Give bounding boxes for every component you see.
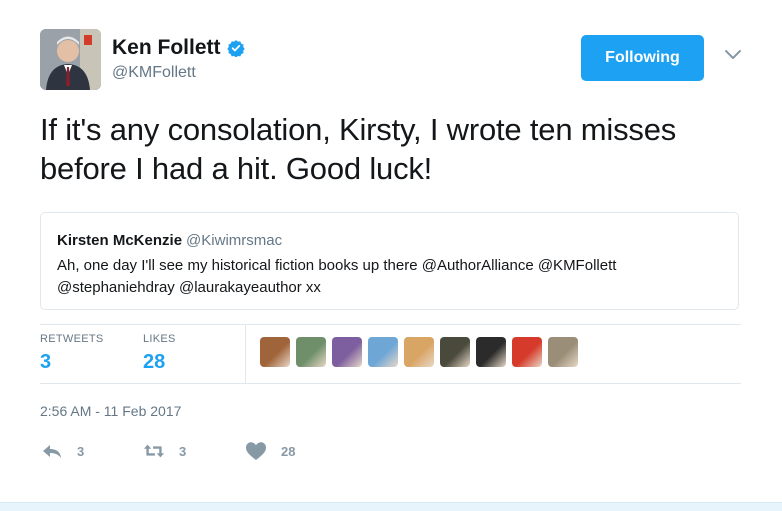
divider bbox=[40, 383, 741, 384]
liker-avatar-3[interactable] bbox=[332, 337, 362, 367]
reply-count: 3 bbox=[77, 443, 85, 459]
likes-stat[interactable]: LIKES 28 bbox=[143, 333, 176, 374]
quoted-author-handle: @Kiwimrsmac bbox=[186, 232, 283, 249]
chevron-down-icon[interactable] bbox=[724, 49, 742, 61]
timestamp[interactable]: 2:56 AM - 11 Feb 2017 bbox=[40, 403, 181, 419]
liker-avatar-8[interactable] bbox=[512, 337, 542, 367]
likes-count[interactable]: 28 bbox=[143, 351, 176, 374]
author-avatar[interactable] bbox=[40, 29, 101, 90]
like-count: 28 bbox=[281, 443, 296, 459]
quoted-tweet-header: Kirsten McKenzie @Kiwimrsmac bbox=[57, 232, 282, 249]
author-name-row[interactable]: Ken Follett bbox=[112, 36, 245, 60]
divider bbox=[40, 324, 741, 325]
author-handle[interactable]: @KMFollett bbox=[112, 64, 196, 82]
retweets-label: RETWEETS bbox=[40, 333, 104, 345]
retweet-count: 3 bbox=[179, 443, 187, 459]
liker-avatars bbox=[260, 337, 578, 367]
retweets-count[interactable]: 3 bbox=[40, 351, 104, 374]
liker-avatar-2[interactable] bbox=[296, 337, 326, 367]
liker-avatar-1[interactable] bbox=[260, 337, 290, 367]
quoted-author-name: Kirsten McKenzie bbox=[57, 232, 183, 249]
retweets-stat[interactable]: RETWEETS 3 bbox=[40, 333, 104, 374]
liker-avatar-5[interactable] bbox=[404, 337, 434, 367]
likes-label: LIKES bbox=[143, 333, 176, 345]
verified-badge-icon bbox=[226, 40, 245, 57]
retweet-icon[interactable] bbox=[143, 441, 165, 461]
retweet-action[interactable]: 3 bbox=[143, 441, 186, 461]
author-name[interactable]: Ken Follett bbox=[112, 36, 221, 60]
stats-divider bbox=[245, 324, 246, 383]
following-button[interactable]: Following bbox=[581, 35, 704, 81]
reply-icon[interactable] bbox=[41, 441, 63, 461]
like-action[interactable]: 28 bbox=[245, 441, 295, 461]
quoted-tweet-text: Ah, one day I'll see my historical ficti… bbox=[57, 257, 617, 296]
liker-avatar-9[interactable] bbox=[548, 337, 578, 367]
quoted-tweet[interactable]: Kirsten McKenzie @Kiwimrsmac Ah, one day … bbox=[40, 212, 739, 310]
heart-icon[interactable] bbox=[245, 441, 267, 461]
reply-action[interactable]: 3 bbox=[41, 441, 84, 461]
liker-avatar-4[interactable] bbox=[368, 337, 398, 367]
liker-avatar-6[interactable] bbox=[440, 337, 470, 367]
tweet-text: If it's any consolation, Kirsty, I wrote… bbox=[40, 112, 677, 186]
liker-avatar-7[interactable] bbox=[476, 337, 506, 367]
